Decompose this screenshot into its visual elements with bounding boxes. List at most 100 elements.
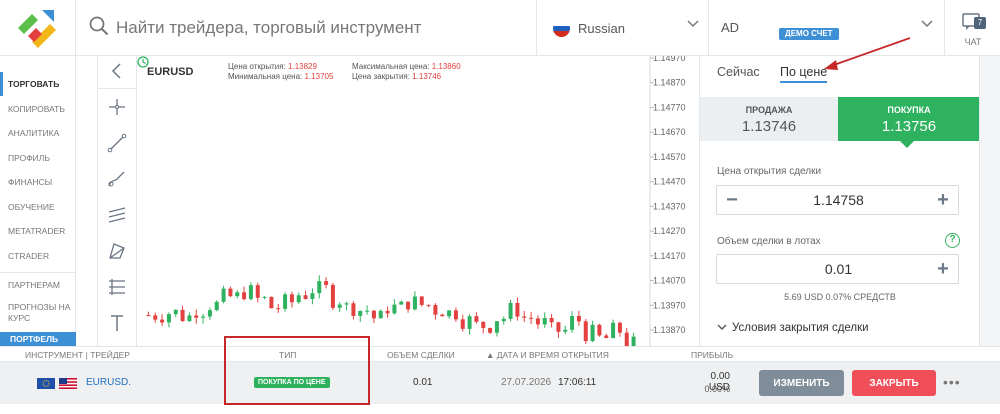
candle <box>214 300 219 312</box>
tab-now[interactable]: Сейчас <box>717 65 760 79</box>
candle <box>508 299 513 322</box>
candle <box>399 300 404 305</box>
column-volume[interactable]: ОБЪЕМ СДЕЛКИ <box>387 350 455 360</box>
sidebar-item-portfolio[interactable]: ПОРТФЕЛЬ <box>0 332 76 346</box>
ohlc-min-value: 1.13705 <box>304 72 334 81</box>
account-name: AD <box>721 20 740 35</box>
text-tool-icon[interactable] <box>106 312 128 334</box>
ohlc-min: Минимальная цена: 1.13705 <box>228 72 333 81</box>
column-datetime[interactable]: ▲ ДАТА И ВРЕМЯ ОТКРЫТИЯ <box>486 350 609 360</box>
russia-flag-icon <box>553 20 570 37</box>
candle <box>576 310 581 326</box>
sidebar-item-finance[interactable]: ФИНАНСЫ <box>0 170 76 194</box>
candle <box>474 312 479 324</box>
volume-stepper: + <box>716 254 959 284</box>
candle <box>501 316 506 325</box>
chevron-left-icon[interactable] <box>106 60 128 82</box>
panel-scrollbar[interactable] <box>979 56 1000 346</box>
candle <box>276 304 281 313</box>
highlight-box <box>224 336 370 405</box>
sidebar-item-analytics[interactable]: АНАЛИТИКА <box>0 121 76 145</box>
trend-line-icon[interactable] <box>106 132 128 154</box>
edit-position-button[interactable]: ИЗМЕНИТЬ <box>759 370 844 396</box>
price-chart[interactable]: 1.14970 1.14870 1.14770 1.14670 1.14570 1.144… <box>137 56 699 346</box>
price-tick-label: 1.14870 <box>653 78 686 88</box>
sidebar-item-trade[interactable]: ТОРГОВАТЬ <box>0 72 76 96</box>
eu-flag-icon <box>37 378 55 389</box>
funds-info: 5.69 USD 0.07% СРЕДСТВ <box>784 292 896 302</box>
row-instrument[interactable]: EURUSD. <box>86 377 131 388</box>
price-tick-label: 1.14570 <box>653 152 686 162</box>
candle <box>419 296 424 307</box>
sidebar-item-metatrader[interactable]: METATRADER <box>0 219 76 243</box>
language-selector[interactable]: Russian <box>536 0 708 56</box>
column-profit[interactable]: ПРИБЫЛЬ <box>691 350 733 360</box>
sell-price: 1.13746 <box>741 118 797 135</box>
sidebar-item-education[interactable]: ОБУЧЕНИЕ <box>0 195 76 219</box>
candle <box>460 314 465 332</box>
volume-input[interactable] <box>747 255 930 283</box>
buy-button[interactable]: ПОКУПКА 1.13756 <box>838 97 980 141</box>
chart-symbol: EURUSD <box>147 66 194 78</box>
price-tick-label: 1.14970 <box>653 56 686 63</box>
sidebar-item-ctrader[interactable]: CTRADER <box>0 244 76 268</box>
row-profit-percent: 0.00% <box>704 384 730 394</box>
candle <box>563 325 568 335</box>
candle <box>556 321 561 338</box>
candle <box>515 297 520 321</box>
volume-label: Объем сделки в лотах <box>717 236 821 247</box>
candle <box>337 302 342 313</box>
table-row[interactable]: EURUSD. ПОКУПКА ПО ЦЕНЕ 0.01 27.07.2026 … <box>0 362 1000 404</box>
candle <box>542 312 547 328</box>
candle <box>392 299 397 315</box>
account-selector[interactable]: AD ДЕМО СЧЕТ <box>708 0 944 56</box>
candle <box>324 277 329 289</box>
chevron-down-icon <box>921 20 933 28</box>
brush-icon[interactable] <box>106 168 128 190</box>
chat-unread-count: 7 <box>974 17 986 29</box>
search-box <box>76 0 536 56</box>
candle <box>522 310 527 322</box>
sell-label: ПРОДАЖА <box>745 105 793 115</box>
buy-selected-indicator <box>900 141 914 148</box>
candle <box>201 313 206 324</box>
candle <box>488 327 493 334</box>
close-conditions-toggle[interactable]: Условия закрытия сделки <box>717 322 869 334</box>
fibonacci-icon[interactable] <box>106 276 128 298</box>
channel-icon[interactable] <box>106 204 128 226</box>
candle <box>371 309 376 324</box>
sell-button[interactable]: ПРОДАЖА 1.13746 <box>700 97 838 141</box>
column-instrument[interactable]: ИНСТРУМЕНТ | ТРЕЙДЕР <box>25 350 130 360</box>
candle <box>351 301 356 320</box>
tab-by-price[interactable]: По цене <box>780 65 828 83</box>
shape-icon[interactable] <box>106 240 128 262</box>
open-price-decrease-button[interactable]: − <box>717 186 747 214</box>
demo-account-badge: ДЕМО СЧЕТ <box>779 28 839 40</box>
sidebar-item-profile[interactable]: ПРОФИЛЬ <box>0 146 76 170</box>
candle <box>173 309 178 318</box>
search-input[interactable] <box>116 14 516 42</box>
candle <box>406 301 411 313</box>
open-price-input[interactable] <box>747 186 930 214</box>
candle <box>570 311 575 333</box>
close-position-button[interactable]: ЗАКРЫТЬ <box>852 370 936 396</box>
volume-increase-button[interactable]: + <box>928 255 958 283</box>
sidebar-item-copy[interactable]: КОПИРОВАТЬ <box>0 97 76 121</box>
candle <box>440 313 445 317</box>
logo[interactable] <box>0 0 76 56</box>
sidebar-item-forecasts[interactable]: ПРОГНОЗЫ НА КУРС <box>0 299 76 327</box>
candle <box>344 301 349 311</box>
crosshair-icon[interactable] <box>106 96 128 118</box>
chat-button[interactable]: 7 ЧАТ <box>944 0 1000 56</box>
candle <box>494 320 499 337</box>
price-tick-label: 1.14170 <box>653 251 686 261</box>
chevron-down-icon <box>687 20 699 28</box>
help-icon[interactable]: ? <box>945 233 960 248</box>
price-tick-label: 1.14770 <box>653 102 686 112</box>
sidebar-item-partners[interactable]: ПАРТНЕРАМ <box>0 273 76 297</box>
candle <box>385 306 390 318</box>
candle <box>207 307 212 320</box>
open-price-increase-button[interactable]: + <box>928 186 958 214</box>
clock-icon[interactable] <box>137 56 149 68</box>
more-options-icon[interactable]: ••• <box>943 374 961 390</box>
